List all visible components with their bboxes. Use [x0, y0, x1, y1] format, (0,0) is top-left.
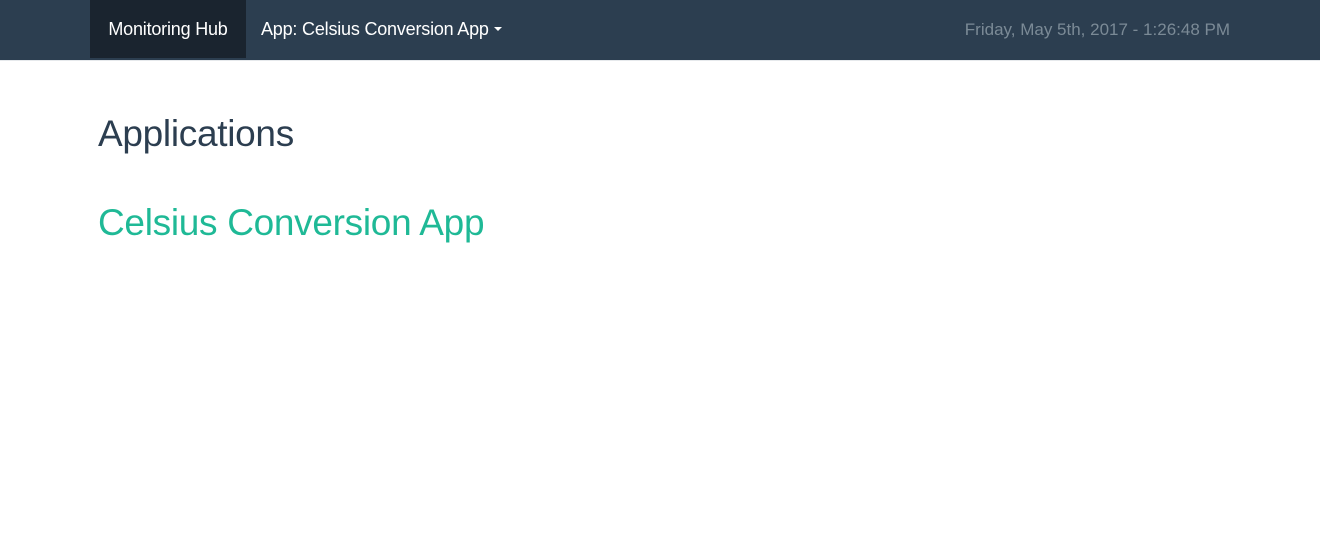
- top-navbar: Monitoring Hub App: Celsius Conversion A…: [0, 0, 1320, 61]
- brand-link[interactable]: Monitoring Hub: [90, 0, 246, 58]
- page-title: Applications: [98, 113, 294, 154]
- app-dropdown-toggle[interactable]: App: Celsius Conversion App: [261, 0, 502, 58]
- app-dropdown-label: App: Celsius Conversion App: [261, 19, 489, 39]
- application-link-celsius-conversion-app[interactable]: Celsius Conversion App: [98, 201, 485, 245]
- current-datetime: Friday, May 5th, 2017 - 1:26:48 PM: [964, 20, 1230, 39]
- chevron-down-icon: [493, 27, 502, 32]
- main-content: Applications Celsius Conversion App: [98, 112, 485, 245]
